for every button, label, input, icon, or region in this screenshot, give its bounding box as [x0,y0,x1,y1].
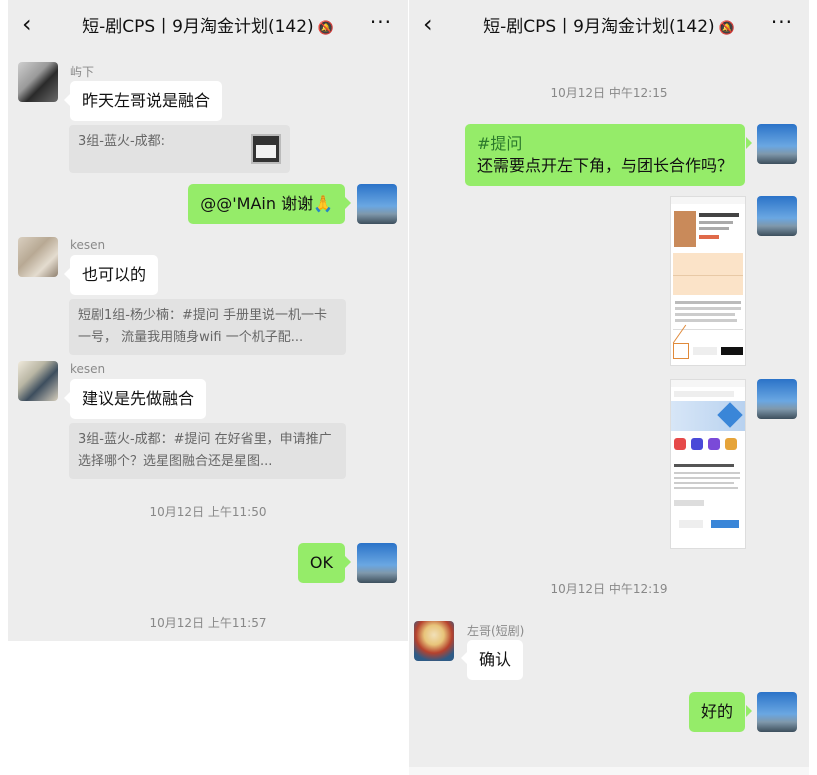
more-dots-icon[interactable]: ··· [370,10,392,34]
bell-off-icon: 🔕 [718,21,735,36]
bell-off-icon: 🔕 [317,21,334,36]
self-avatar[interactable] [757,196,797,236]
chat-title-wrap: 短-剧CPS丨9月淘金计划(142) 🔕 [409,12,809,37]
question-tag[interactable]: #提问 [477,133,733,155]
sender-name: kesen [70,238,106,252]
chat-header: ‹ 短-剧CPS丨9月淘金计划(142) 🔕 ··· [409,0,809,56]
message-bubble[interactable]: 建议是先做融合 [70,379,207,419]
message-bubble[interactable]: 昨天左哥说是融合 [70,81,223,121]
self-avatar[interactable] [757,379,797,419]
bubble-tail [746,137,752,149]
self-message-bubble[interactable]: 好的 [688,692,745,732]
timestamp: 10月12日 中午12:15 [550,86,668,100]
input-bar-edge [409,767,809,775]
more-dots-icon[interactable]: ··· [771,10,793,34]
self-avatar[interactable] [357,184,397,224]
bubble-tail [746,705,752,717]
message-bubble[interactable]: 确认 [467,640,524,680]
chat-title: 短-剧CPS丨9月淘金计划(142) [483,17,715,37]
self-message-bubble[interactable]: #提问 还需要点开左下角，与团长合作吗？ [464,124,745,186]
timestamp: 10月12日 上午11:50 [149,505,267,519]
chat-panel-left: ‹ 短-剧CPS丨9月淘金计划(142) 🔕 ··· 屿下 昨天左哥说是融合 3组… [8,0,408,641]
chat-header: ‹ 短-剧CPS丨9月淘金计划(142) 🔕 ··· [8,0,408,56]
image-message[interactable] [670,379,746,549]
chat-panel-right: ‹ 短-剧CPS丨9月淘金计划(142) 🔕 ··· 10月12日 中午12:15… [409,0,809,775]
timestamp: 10月12日 中午12:19 [550,582,668,596]
self-message-bubble[interactable]: OK [297,543,345,583]
avatar[interactable] [18,361,58,401]
self-message-bubble[interactable]: @@'MAin 谢谢🙏 [188,184,345,224]
quote-thumbnail [251,134,281,164]
timestamp: 10月12日 上午11:57 [149,616,267,630]
message-bubble[interactable]: 也可以的 [70,255,159,295]
avatar[interactable] [414,621,454,661]
question-text: 还需要点开左下角，与团长合作吗？ [476,156,733,175]
image-message[interactable] [670,196,746,366]
quote-text: 3组-蓝火-成都: [78,134,166,149]
chat-title: 短-剧CPS丨9月淘金计划(142) [82,17,314,37]
sender-name: 左哥(短剧) [467,624,525,638]
avatar[interactable] [18,62,58,102]
sender-name: 屿下 [70,65,95,79]
self-avatar[interactable] [757,692,797,732]
quoted-message[interactable]: 3组-蓝火-成都: [69,125,290,173]
sender-name: kesen [70,362,106,376]
self-avatar[interactable] [757,124,797,164]
avatar[interactable] [18,237,58,277]
self-avatar[interactable] [357,543,397,583]
quoted-message[interactable]: 3组-蓝火-成都：#提问 在好省里，申请推广选择哪个？选星图融合还是星图... [69,423,346,479]
bubble-tail [345,556,351,568]
bubble-tail [345,197,351,209]
quoted-message[interactable]: 短剧1组-杨少楠：#提问 手册里说一机一卡一号， 流量我用随身wifi 一个机子… [69,299,346,355]
chat-title-wrap: 短-剧CPS丨9月淘金计划(142) 🔕 [8,12,408,37]
